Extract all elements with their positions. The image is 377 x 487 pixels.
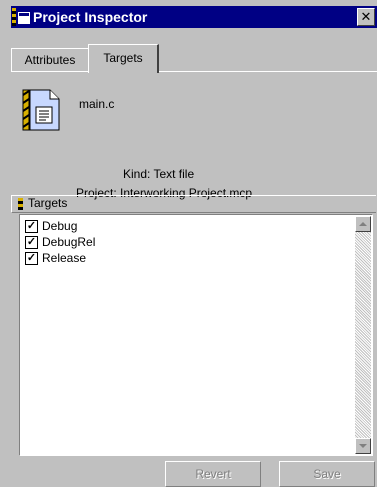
save-button[interactable]: Save (279, 461, 375, 487)
window-title: Project Inspector (33, 9, 148, 25)
tab-targets[interactable]: Targets (88, 44, 159, 73)
grip-icon (18, 198, 23, 210)
target-label: Debug (42, 219, 78, 233)
close-button[interactable]: ✕ (357, 8, 375, 26)
checkbox-release[interactable]: ✓ (25, 252, 38, 265)
target-label: DebugRel (42, 235, 96, 249)
tab-divider (157, 71, 377, 72)
targets-title: Targets (28, 196, 68, 210)
scroll-up-arrow-icon[interactable] (355, 216, 371, 232)
vertical-scrollbar[interactable] (355, 216, 371, 454)
text-file-icon (22, 89, 60, 131)
file-name: main.c (79, 97, 115, 111)
checkbox-debug[interactable]: ✓ (25, 220, 38, 233)
save-label: Save (313, 467, 341, 481)
targets-header: Targets (11, 195, 376, 213)
checkbox-debugrel[interactable]: ✓ (25, 236, 38, 249)
title-bar[interactable]: Project Inspector ✕ (11, 6, 377, 28)
tab-attributes[interactable]: Attributes (11, 48, 89, 71)
revert-label: Revert (195, 467, 231, 481)
tab-divider (11, 71, 88, 72)
project-inspector-window: Project Inspector ✕ Attributes Targets m… (0, 0, 377, 487)
target-label: Release (42, 251, 87, 265)
revert-button[interactable]: Revert (165, 461, 261, 487)
targets-list[interactable]: ✓ Debug ✓ DebugRel ✓ Release (19, 214, 373, 456)
window-icon (18, 12, 30, 24)
file-kind: Kind: Text file (123, 167, 195, 181)
scroll-down-arrow-icon[interactable] (355, 438, 371, 454)
drag-grip-icon[interactable] (12, 8, 16, 26)
